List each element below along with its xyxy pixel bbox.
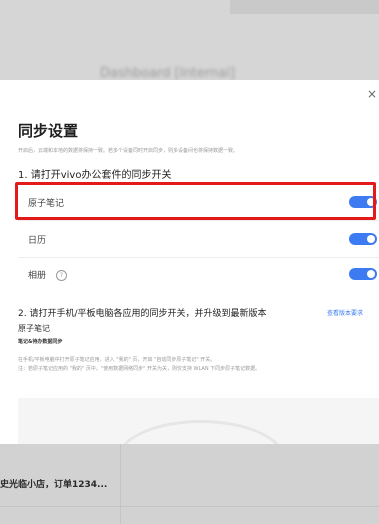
section-1-title: 1. 请打开vivo办公套件的同步开关 bbox=[18, 170, 172, 181]
dialog-title: 同步设置 bbox=[18, 122, 79, 140]
background-list: 史光临小店，订单1234... bbox=[0, 444, 379, 524]
help-icon[interactable]: ? bbox=[56, 270, 68, 281]
app-name: 原子笔记 bbox=[18, 324, 50, 333]
illustration-preview bbox=[18, 398, 379, 444]
row-divider bbox=[18, 220, 379, 221]
row-divider bbox=[18, 257, 379, 258]
background-title: Dashboard [Internal] bbox=[100, 66, 235, 81]
instruction-line-1: 在手机/平板电脑中打开原子笔记应用，进入 "我的" 页，开启 "自动同步原子笔记… bbox=[18, 357, 216, 363]
close-icon[interactable]: × bbox=[367, 87, 377, 101]
album-label-text: 相册 bbox=[28, 271, 47, 281]
background-separator bbox=[0, 506, 379, 507]
setting-label-album: 相册? bbox=[28, 268, 68, 281]
sync-settings-dialog: × 同步设置 开启后，云端和本地的数据将保持一致。若多个设备同时开启同步，则多设… bbox=[0, 80, 379, 444]
device-illustration bbox=[116, 420, 286, 444]
toggle-knob bbox=[367, 270, 375, 278]
section-2-title: 2. 请打开手机/平板电脑各应用的同步开关，并升级到最新版本 bbox=[18, 309, 267, 319]
setting-row-calendar: 日历 bbox=[18, 224, 379, 254]
instruction-line-2: 注：若原子笔记应用的 "我的" 页中，"使用数据网络同步" 开关为关，则仅支持 … bbox=[18, 366, 261, 372]
highlight-box bbox=[15, 182, 376, 220]
calendar-toggle[interactable] bbox=[349, 233, 377, 245]
setting-row-album: 相册? bbox=[18, 259, 379, 289]
background-bar bbox=[230, 0, 379, 14]
background-shop-text: 史光临小店，订单1234... bbox=[0, 480, 108, 490]
dialog-subtitle: 开启后，云端和本地的数据将保持一致。若多个设备同时开启同步，则多设备间也将保持数… bbox=[18, 148, 239, 154]
background-header: Dashboard [Internal] bbox=[0, 0, 379, 81]
toggle-knob bbox=[367, 235, 375, 243]
setting-label-calendar: 日历 bbox=[28, 236, 47, 246]
album-toggle[interactable] bbox=[349, 268, 377, 280]
app-sub-heading: 笔记&待办数据同步 bbox=[18, 339, 63, 345]
version-requirements-link[interactable]: 查看版本要求 bbox=[327, 308, 363, 317]
background-divider bbox=[120, 444, 121, 524]
